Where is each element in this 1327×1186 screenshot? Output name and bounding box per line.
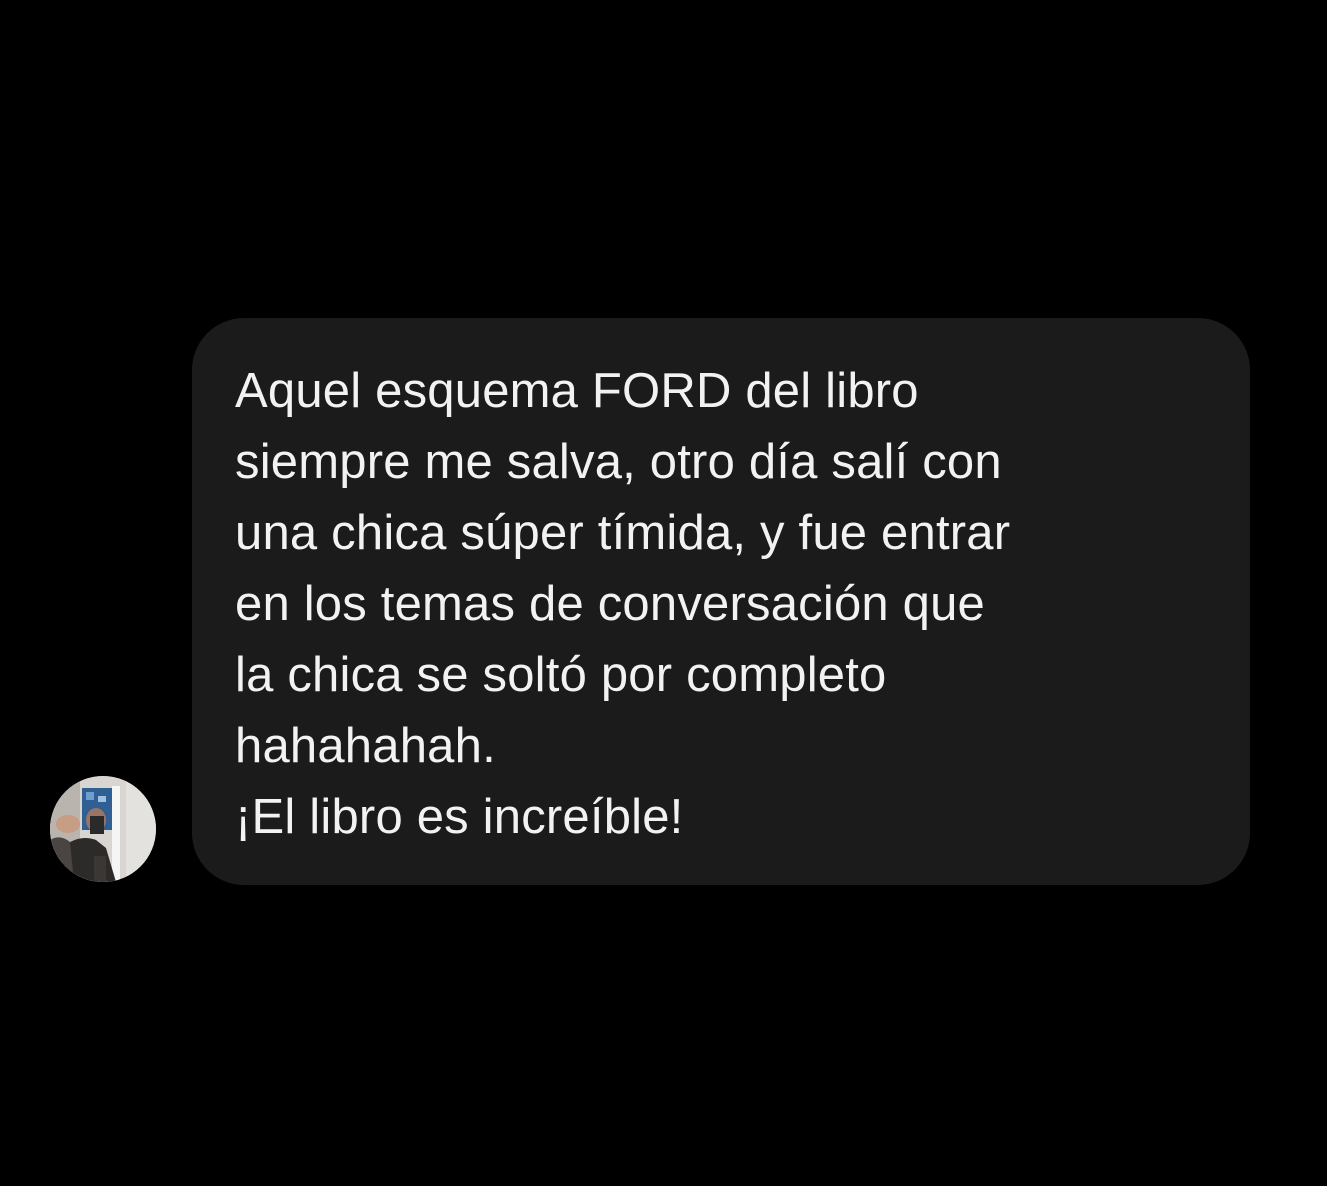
message-text: Aquel esquema FORD del libro siempre me … [235,356,1225,853]
message-line: Aquel esquema FORD del libro [235,364,919,418]
message-line: en los temas de conversación que [235,577,986,631]
profile-photo-icon [50,776,156,882]
message-line: hahahahah. [235,719,496,773]
message-bubble[interactable]: Aquel esquema FORD del libro siempre me … [192,318,1250,885]
chat-conversation: Aquel esquema FORD del libro siempre me … [0,0,1327,1186]
message-line: ¡El libro es increíble! [235,790,684,844]
message-line: siempre me salva, otro día salí con [235,435,1002,489]
message-line: la chica se soltó por completo [235,648,887,702]
sender-avatar[interactable] [50,776,156,882]
message-line: una chica súper tímida, y fue entrar [235,506,1011,560]
